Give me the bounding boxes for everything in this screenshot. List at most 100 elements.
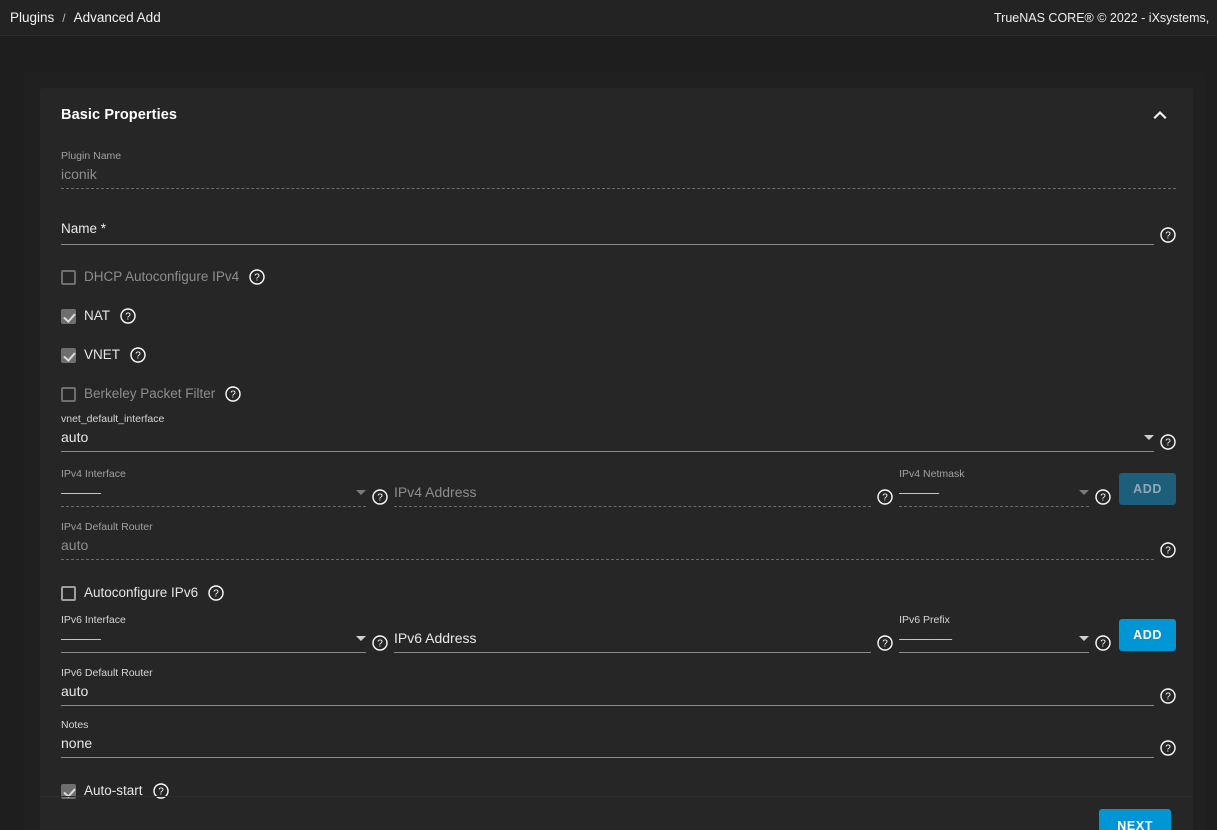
plugin-name-value: iconik <box>61 164 1176 184</box>
chevron-down-icon-ipv6-prefix[interactable] <box>1079 636 1089 641</box>
breadcrumb-item-plugins[interactable]: Plugins <box>10 10 54 25</box>
svg-text:?: ? <box>377 639 383 650</box>
help-icon-ipv6-default-router[interactable]: ? <box>1160 688 1176 704</box>
checkbox-label-bpf: Berkeley Packet Filter <box>84 386 215 402</box>
vnet-default-interface-underline <box>61 451 1154 452</box>
help-icon-bpf[interactable]: ? <box>225 386 241 402</box>
plugin-name-label: Plugin Name <box>61 150 1176 162</box>
field-ipv6-address: . IPv6 Address <box>394 614 871 653</box>
svg-text:?: ? <box>1165 692 1171 703</box>
checkbox-berkeley-packet-filter[interactable] <box>61 387 76 402</box>
basic-properties-panel: Basic Properties Plugin Name iconik Name… <box>40 88 1193 830</box>
help-icon-ipv6-prefix[interactable]: ? <box>1095 635 1111 651</box>
field-notes: Notes none ? <box>61 706 1176 758</box>
svg-text:?: ? <box>882 639 888 650</box>
help-icon-ipv4-interface[interactable]: ? <box>372 489 388 505</box>
ipv6-address-placeholder[interactable]: IPv6 Address <box>394 628 871 648</box>
checkbox-dhcp-autoconfigure-ipv4[interactable] <box>61 270 76 285</box>
help-icon-vnet[interactable]: ? <box>130 347 146 363</box>
form-outer-card: Basic Properties Plugin Name iconik Name… <box>24 72 1205 830</box>
svg-text:?: ? <box>135 351 141 362</box>
add-ipv4-button[interactable]: ADD <box>1119 473 1176 505</box>
field-plugin-name: Plugin Name iconik <box>61 142 1176 189</box>
ipv6-default-router-label: IPv6 Default Router <box>61 667 1154 679</box>
ipv4-netmask-value[interactable]: ——— <box>899 482 1079 502</box>
help-icon-ipv4-netmask[interactable]: ? <box>1095 489 1111 505</box>
checkbox-label-autoconfigure-ipv6: Autoconfigure IPv6 <box>84 585 198 601</box>
checkbox-nat[interactable] <box>61 309 76 324</box>
ipv6-default-router-value[interactable]: auto <box>61 681 1154 701</box>
checkbox-row-autoconfigure-ipv6: Autoconfigure IPv6 ? <box>61 582 1176 604</box>
svg-text:?: ? <box>213 589 219 600</box>
field-ipv4-netmask: IPv4 Netmask ——— <box>899 468 1089 507</box>
next-button[interactable]: NEXT <box>1099 809 1171 830</box>
svg-text:?: ? <box>1165 546 1171 557</box>
chevron-down-icon-ipv6-interface[interactable] <box>356 636 366 641</box>
checkbox-row-bpf: Berkeley Packet Filter ? <box>61 383 1176 405</box>
help-icon-nat[interactable]: ? <box>120 308 136 324</box>
field-vnet-default-interface: vnet_default_interface auto ? <box>61 405 1176 452</box>
notes-underline <box>61 757 1154 758</box>
name-input[interactable] <box>61 244 1154 245</box>
help-icon-ipv4-address[interactable]: ? <box>877 489 893 505</box>
svg-text:?: ? <box>231 390 237 401</box>
field-ipv6-interface: IPv6 Interface ——— <box>61 614 366 653</box>
chevron-up-icon[interactable] <box>1149 104 1171 126</box>
ipv4-default-router-underline <box>61 559 1154 560</box>
field-ipv4-address: . IPv4 Address <box>394 468 871 507</box>
field-name: Name * ? <box>61 214 1176 245</box>
plugin-name-underline <box>61 188 1176 189</box>
notes-label: Notes <box>61 719 1154 731</box>
ipv6-interface-value[interactable]: ——— <box>61 628 356 648</box>
svg-text:?: ? <box>1100 639 1106 650</box>
ipv6-prefix-label: IPv6 Prefix <box>899 614 1089 626</box>
svg-text:?: ? <box>125 312 131 323</box>
form-footer: NEXT <box>40 796 1193 830</box>
help-icon-name[interactable]: ? <box>1160 227 1176 243</box>
form-body: Plugin Name iconik Name * ? <box>40 142 1193 796</box>
ipv6-config-row: IPv6 Interface ——— ? . IPv6 Address <box>61 614 1176 653</box>
help-icon-autoconfigure-ipv6[interactable]: ? <box>208 585 224 601</box>
svg-text:?: ? <box>1165 231 1171 242</box>
field-ipv6-prefix: IPv6 Prefix ———— <box>899 614 1089 653</box>
panel-title: Basic Properties <box>61 107 177 123</box>
chevron-down-icon-ipv4-netmask[interactable] <box>1079 490 1089 495</box>
checkbox-vnet[interactable] <box>61 348 76 363</box>
vnet-default-interface-label: vnet_default_interface <box>61 413 1154 425</box>
svg-text:?: ? <box>1100 493 1106 504</box>
ipv4-address-placeholder[interactable]: IPv4 Address <box>394 482 871 502</box>
chevron-down-icon-vnet-default-interface[interactable] <box>1144 435 1154 440</box>
vnet-default-interface-value[interactable]: auto <box>61 427 1144 447</box>
chevron-down-icon-ipv4-interface[interactable] <box>356 490 366 495</box>
checkbox-row-vnet: VNET ? <box>61 344 1176 366</box>
page-container: Basic Properties Plugin Name iconik Name… <box>0 36 1217 830</box>
breadcrumb-item-advanced-add[interactable]: Advanced Add <box>74 10 161 25</box>
ipv4-interface-value[interactable]: ——— <box>61 482 356 502</box>
name-label: Name * <box>61 220 1154 238</box>
svg-text:?: ? <box>1165 438 1171 449</box>
help-icon-ipv4-default-router[interactable]: ? <box>1160 542 1176 558</box>
ipv4-interface-label: IPv4 Interface <box>61 468 366 480</box>
notes-value[interactable]: none <box>61 733 1154 753</box>
help-icon-ipv6-address[interactable]: ? <box>877 635 893 651</box>
breadcrumb-separator: / <box>62 11 65 25</box>
svg-text:?: ? <box>254 273 260 284</box>
help-icon-notes[interactable]: ? <box>1160 740 1176 756</box>
ipv4-netmask-label: IPv4 Netmask <box>899 468 1089 480</box>
help-icon-vnet-default-interface[interactable]: ? <box>1160 434 1176 450</box>
help-icon-ipv6-interface[interactable]: ? <box>372 635 388 651</box>
panel-header: Basic Properties <box>40 88 1193 142</box>
ipv4-default-router-value[interactable]: auto <box>61 535 1154 555</box>
checkbox-label-vnet: VNET <box>84 347 120 363</box>
field-ipv4-interface: IPv4 Interface ——— <box>61 468 366 507</box>
ipv4-config-row: IPv4 Interface ——— ? . IPv4 Address <box>61 468 1176 507</box>
copyright-text: TrueNAS CORE® © 2022 - iXsystems, <box>994 11 1209 25</box>
ipv6-prefix-value[interactable]: ———— <box>899 628 1079 648</box>
field-ipv6-default-router: IPv6 Default Router auto ? <box>61 653 1176 706</box>
checkbox-row-dhcp-ipv4: DHCP Autoconfigure IPv4 ? <box>61 266 1176 288</box>
checkbox-autoconfigure-ipv6[interactable] <box>61 586 76 601</box>
help-icon-dhcp-ipv4[interactable]: ? <box>249 269 265 285</box>
svg-text:?: ? <box>1165 744 1171 755</box>
add-ipv6-button[interactable]: ADD <box>1119 619 1176 651</box>
checkbox-row-nat: NAT ? <box>61 305 1176 327</box>
